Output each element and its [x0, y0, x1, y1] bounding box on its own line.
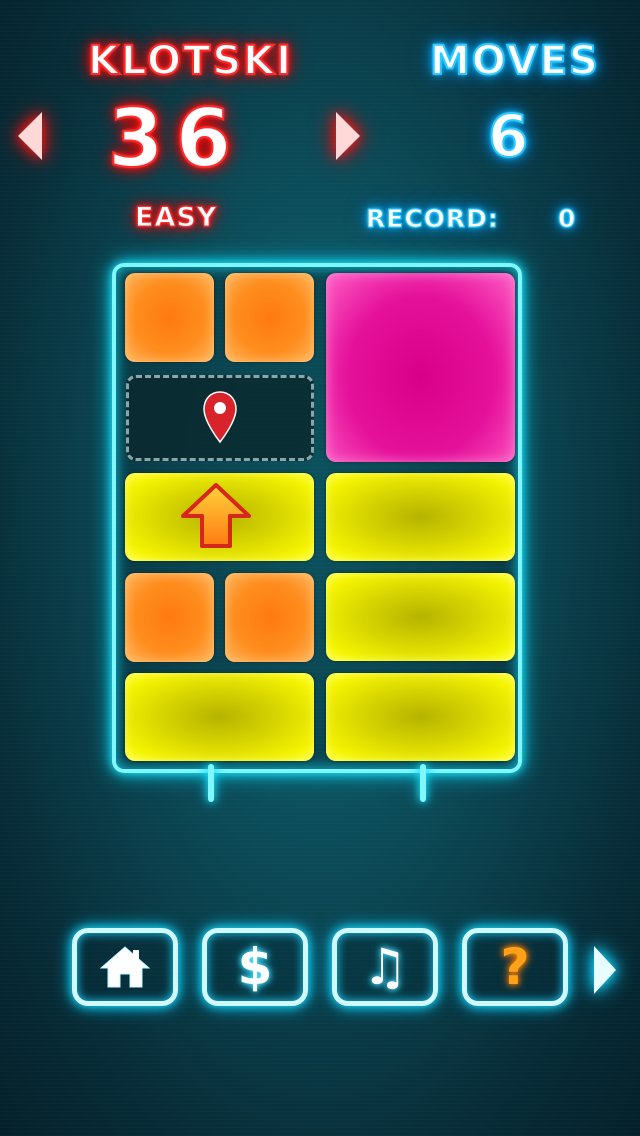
music-toggle-button[interactable]: ♫: [332, 928, 438, 1006]
level-number: 36: [107, 91, 244, 186]
yellow-wide-block[interactable]: [326, 673, 515, 761]
shop-button[interactable]: $: [202, 928, 308, 1006]
record-label: RECORD:: [366, 204, 499, 234]
up-arrow-icon: [181, 483, 251, 548]
orange-small-block[interactable]: [125, 273, 214, 362]
difficulty-label: EASY: [134, 202, 218, 234]
yellow-wide-block[interactable]: [125, 673, 314, 761]
board-stand-left: [208, 764, 214, 802]
question-icon: ?: [500, 938, 530, 996]
dollar-icon: $: [237, 938, 273, 996]
home-button[interactable]: [72, 928, 178, 1006]
orange-small-block[interactable]: [225, 273, 314, 362]
location-pin-icon: [203, 391, 237, 444]
pink-big-block[interactable]: [326, 273, 515, 462]
moves-count: 6: [487, 101, 529, 171]
music-note-icon: ♫: [362, 938, 408, 996]
game-title: KLOTSKI: [87, 37, 294, 85]
yellow-wide-block[interactable]: [326, 473, 515, 561]
orange-small-block[interactable]: [225, 573, 314, 662]
next-level-button[interactable]: [336, 112, 360, 160]
toolbar-next-arrow-icon[interactable]: [594, 946, 616, 994]
orange-small-block[interactable]: [125, 573, 214, 662]
yellow-wide-block[interactable]: [326, 573, 515, 661]
previous-level-button[interactable]: [18, 112, 42, 160]
record-value: 0: [557, 204, 576, 234]
board-stand-right: [420, 764, 426, 802]
help-button[interactable]: ?: [462, 928, 568, 1006]
home-icon: [99, 946, 151, 988]
moves-label: MOVES: [429, 37, 600, 85]
